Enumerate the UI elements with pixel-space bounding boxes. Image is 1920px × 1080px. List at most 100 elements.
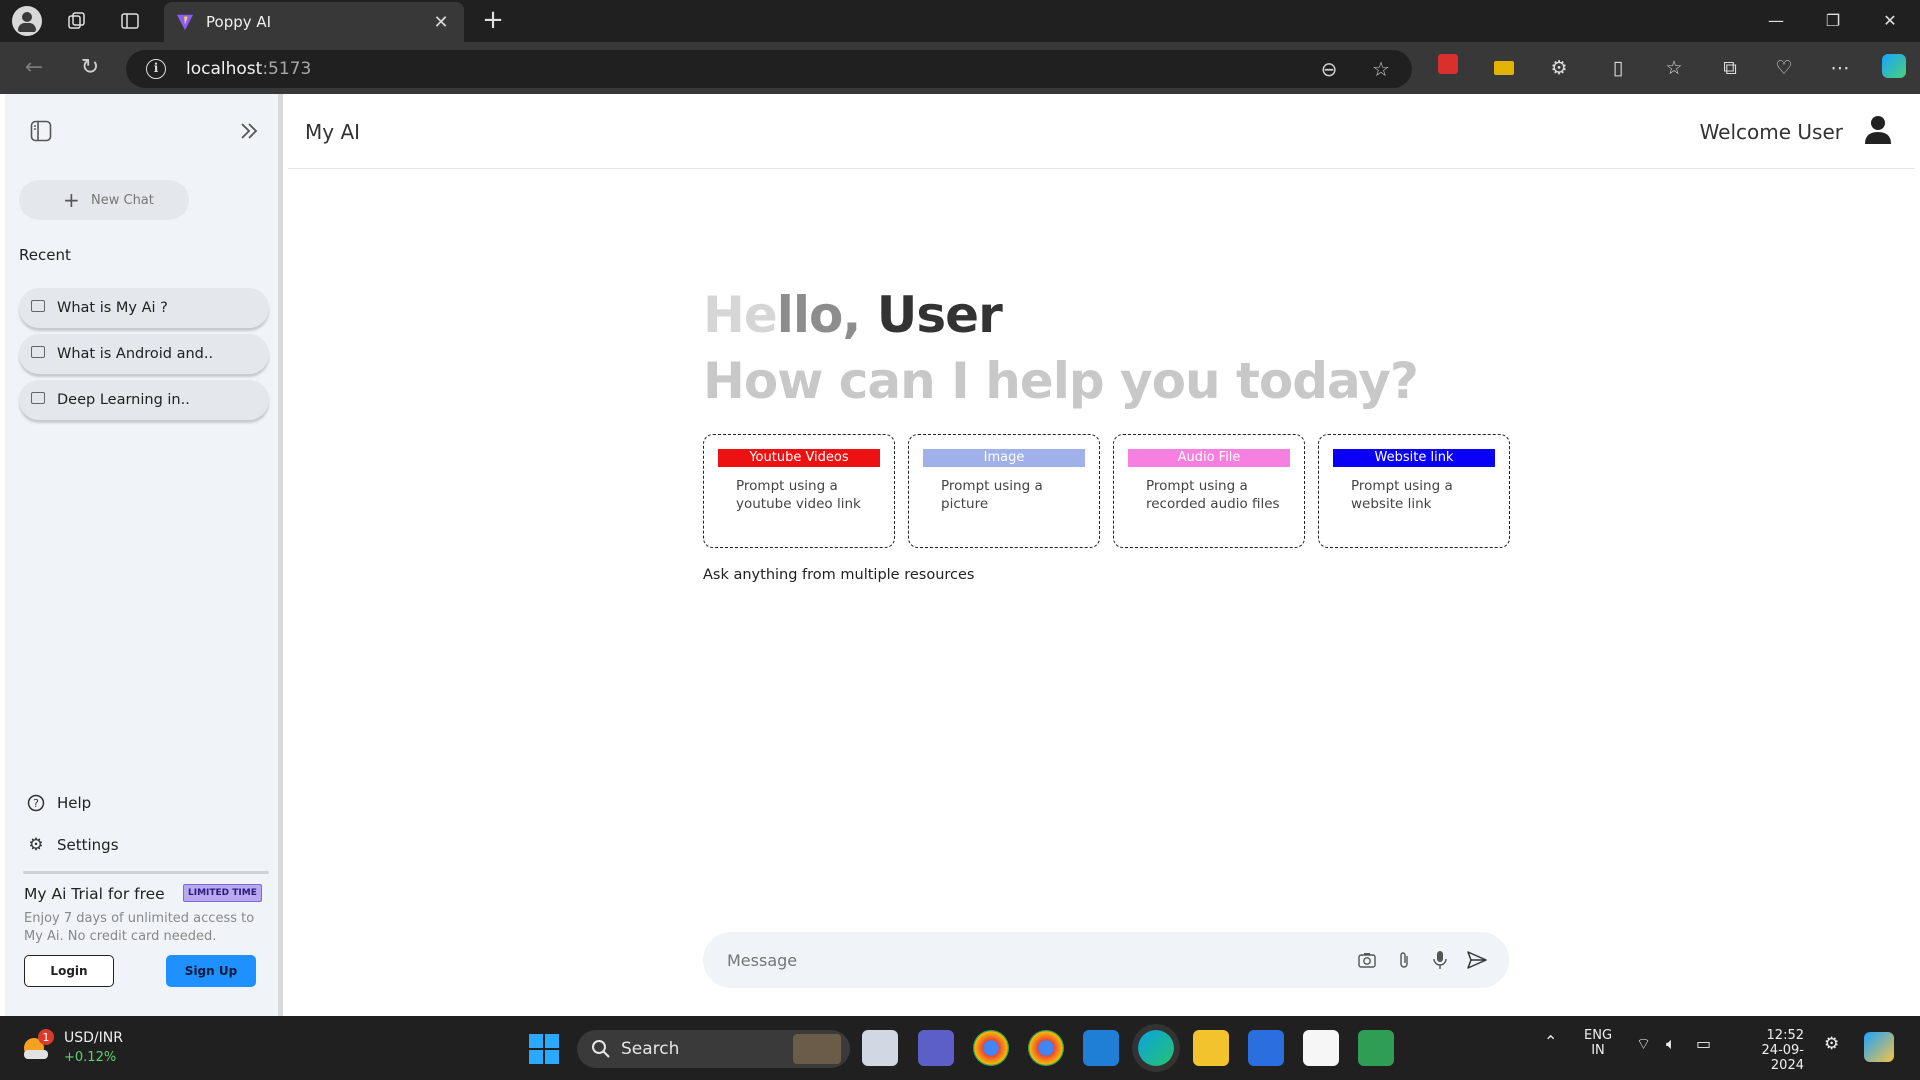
- workspaces-icon[interactable]: [62, 6, 92, 36]
- ask-hint-text: Ask anything from multiple resources: [703, 567, 975, 583]
- svg-text:1: 1: [43, 1031, 50, 1044]
- youtube-card[interactable]: Youtube Videos Prompt using a youtube vi…: [703, 434, 895, 548]
- login-button[interactable]: Login: [24, 955, 114, 987]
- card-label: Image: [923, 449, 1085, 467]
- camera-icon[interactable]: [1355, 948, 1379, 972]
- new-tab-button[interactable]: +: [478, 6, 508, 36]
- more-options-icon[interactable]: ⋯: [1826, 54, 1854, 82]
- expand-chevrons-icon[interactable]: [238, 120, 260, 146]
- edge-app-icon[interactable]: [1138, 1030, 1174, 1066]
- split-screen-icon[interactable]: ▯: [1604, 54, 1632, 82]
- zoom-icon[interactable]: ⊖: [1316, 56, 1342, 82]
- sidebar-panel-icon[interactable]: [30, 120, 52, 146]
- user-avatar-icon[interactable]: [1863, 114, 1893, 144]
- wifi-icon[interactable]: ⌔: [1636, 1034, 1651, 1054]
- address-bar[interactable]: i localhost:5173 ⊖ ☆: [126, 50, 1412, 88]
- sidebar-divider: [23, 871, 269, 874]
- app-title: My AI: [305, 120, 361, 144]
- message-icon: [31, 392, 45, 404]
- clock[interactable]: 12:52 24-09-2024: [1736, 1028, 1804, 1073]
- extension-red-icon[interactable]: [1434, 54, 1462, 82]
- audio-card[interactable]: Audio File Prompt using a recorded audio…: [1113, 434, 1305, 548]
- vscode-app-icon[interactable]: [1083, 1030, 1119, 1066]
- close-tab-icon[interactable]: ✕: [430, 12, 452, 33]
- copilot-icon[interactable]: [1880, 54, 1908, 82]
- restore-button[interactable]: ❐: [1813, 8, 1853, 34]
- help-label: Help: [57, 794, 92, 812]
- language-indicator[interactable]: ENG IN: [1584, 1028, 1612, 1058]
- card-description: Prompt using a recorded audio files: [1146, 478, 1280, 512]
- profile-icon[interactable]: [12, 6, 42, 36]
- browser-tab-bar: Poppy AI ✕ + — ❐ ✕: [0, 0, 1920, 42]
- website-card[interactable]: Website link Prompt using a website link: [1318, 434, 1510, 548]
- recent-chat-label: What is My Ai ?: [57, 300, 168, 316]
- card-description: Prompt using a picture: [941, 478, 1043, 512]
- back-button[interactable]: ←: [18, 52, 50, 84]
- help-link[interactable]: ? Help: [27, 794, 91, 812]
- extensions-puzzle-icon[interactable]: ⚙: [1545, 54, 1573, 82]
- recent-chat-label: Deep Learning in..: [57, 392, 190, 408]
- help-icon: ?: [27, 794, 45, 812]
- microphone-icon[interactable]: [1428, 948, 1452, 972]
- settings-tray-icon[interactable]: ⚙: [1824, 1034, 1839, 1054]
- greeting-subtitle: How can I help you today?: [703, 352, 1419, 410]
- stock-ticker[interactable]: USD/INR: [64, 1030, 123, 1046]
- tab-title: Poppy AI: [206, 13, 272, 31]
- recent-chat-label: What is Android and..: [57, 346, 214, 362]
- close-window-button[interactable]: ✕: [1870, 8, 1910, 34]
- browser-toolbar: ← ↻ i localhost:5173 ⊖ ☆ ⚙ ▯ ☆ ⧉ ♡ ⋯: [0, 42, 1920, 94]
- limited-time-badge: LIMITED TIME: [183, 884, 262, 902]
- recent-chat-item[interactable]: What is My Ai ?: [19, 288, 269, 328]
- teams-app-icon[interactable]: [918, 1030, 954, 1066]
- url-text: localhost:5173: [186, 59, 312, 79]
- file-explorer-app-icon[interactable]: [1193, 1030, 1229, 1066]
- store-app-icon[interactable]: [1303, 1030, 1339, 1066]
- welcome-text: Welcome User: [1699, 120, 1843, 144]
- send-icon[interactable]: [1465, 948, 1489, 972]
- message-icon: [31, 300, 45, 312]
- volume-icon[interactable]: 🔈︎: [1666, 1034, 1676, 1054]
- site-info-icon[interactable]: i: [146, 59, 166, 79]
- sidebar: + New Chat Recent What is My Ai ? What i…: [5, 94, 283, 1016]
- settings-link[interactable]: ⚙ Settings: [27, 835, 118, 855]
- signup-button[interactable]: Sign Up: [166, 955, 256, 987]
- tray-overflow-icon[interactable]: ⌃: [1544, 1032, 1557, 1051]
- favorites-icon[interactable]: ☆: [1660, 54, 1688, 82]
- minimize-button[interactable]: —: [1756, 8, 1796, 34]
- message-input[interactable]: [727, 932, 1347, 988]
- reload-button[interactable]: ↻: [74, 52, 106, 84]
- tab-actions-icon[interactable]: [115, 6, 145, 36]
- battery-icon[interactable]: ▭: [1696, 1034, 1711, 1053]
- favorite-star-icon[interactable]: ☆: [1368, 56, 1394, 82]
- task-view-app-icon[interactable]: [862, 1030, 898, 1066]
- recent-chat-item[interactable]: What is Android and..: [19, 334, 269, 374]
- main-panel: My AI Welcome User Hello, User How can I…: [288, 94, 1915, 1016]
- settings-gear-icon: ⚙: [28, 835, 44, 855]
- new-chat-button[interactable]: + New Chat: [19, 180, 189, 220]
- card-description: Prompt using a website link: [1351, 478, 1453, 512]
- card-description: Prompt using a youtube video link: [736, 478, 861, 512]
- search-icon: [592, 1040, 610, 1058]
- image-card[interactable]: Image Prompt using a picture: [908, 434, 1100, 548]
- chrome-profile-app-icon[interactable]: [1028, 1030, 1064, 1066]
- browser-tab[interactable]: Poppy AI ✕: [164, 2, 464, 42]
- taskbar-search[interactable]: Search: [577, 1030, 850, 1068]
- recent-chat-item[interactable]: Deep Learning in..: [19, 380, 269, 420]
- weather-widget-icon[interactable]: 1: [20, 1028, 54, 1062]
- trial-description: Enjoy 7 days of unlimited access to My A…: [24, 911, 255, 944]
- card-label: Audio File: [1128, 449, 1290, 467]
- search-highlight-image: [793, 1034, 841, 1064]
- windows-start-icon[interactable]: [529, 1034, 559, 1064]
- copilot-taskbar-icon[interactable]: [1864, 1032, 1894, 1062]
- trial-title: My Ai Trial for free: [24, 885, 165, 903]
- svg-text:?: ?: [33, 797, 39, 810]
- vite-logo-icon: [176, 14, 194, 31]
- apps-app-icon[interactable]: [1358, 1030, 1394, 1066]
- browser-essentials-icon[interactable]: ♡: [1770, 54, 1798, 82]
- todo-app-icon[interactable]: [1248, 1030, 1284, 1066]
- attach-icon[interactable]: [1392, 948, 1416, 972]
- card-label: Website link: [1333, 449, 1495, 467]
- extension-yellow-icon[interactable]: [1490, 54, 1518, 82]
- collections-icon[interactable]: ⧉: [1716, 54, 1744, 82]
- chrome-app-icon[interactable]: [973, 1030, 1009, 1066]
